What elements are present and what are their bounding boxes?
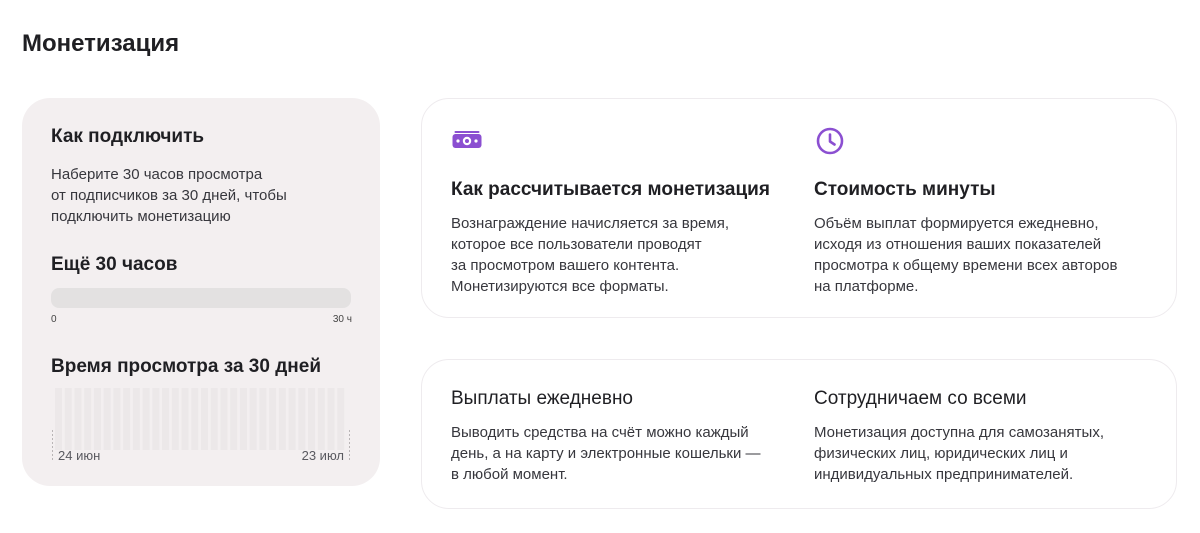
- chart-bar-placeholder: [64, 388, 72, 450]
- payouts-info-card: Выплаты ежедневно Выводить средства на с…: [421, 359, 1177, 509]
- chart-bar-placeholder: [142, 388, 150, 450]
- chart-bar-placeholder: [249, 388, 257, 450]
- info-text-line: на платформе.: [814, 278, 919, 295]
- chart-start-date: 24 июн: [58, 448, 101, 463]
- watch-time-title: Время просмотра за 30 дней: [51, 356, 321, 377]
- chart-bar-placeholder: [337, 388, 345, 450]
- progress-max-label: 30 ч: [332, 314, 352, 325]
- info-title: Стоимость минуты: [814, 179, 996, 200]
- page-title: Монетизация: [22, 30, 180, 57]
- info-title: Как рассчитывается монетизация: [451, 179, 770, 200]
- info-text-line: исходя из отношения ваших показателей: [814, 236, 1102, 253]
- info-text: Монетизация доступна для самозанятых, фи…: [814, 422, 1159, 485]
- chart-bar-placeholder: [317, 388, 325, 450]
- chart-bar-placeholder: [288, 388, 296, 450]
- chart-bar-placeholder: [259, 388, 267, 450]
- chart-bar-placeholder: [269, 388, 277, 450]
- info-text-line: Вознаграждение начисляется за время,: [451, 215, 729, 232]
- progress-min-label: 0: [51, 314, 57, 325]
- connect-description-line: Наберите 30 часов просмотра: [51, 166, 263, 183]
- info-text-line: за просмотром вашего контента.: [451, 257, 680, 274]
- remaining-hours-label: Ещё 30 часов: [51, 254, 178, 275]
- info-text: Выводить средства на счёт можно каждый д…: [451, 422, 791, 485]
- chart-bar-placeholder: [55, 388, 62, 450]
- chart-bar-placeholder: [239, 388, 247, 450]
- info-text-line: Выводить средства на счёт можно каждый: [451, 424, 749, 441]
- info-title: Выплаты ежедневно: [451, 388, 634, 409]
- chart-bar-placeholder: [93, 388, 101, 450]
- connect-description-line: от подписчиков за 30 дней, чтобы: [51, 187, 287, 204]
- chart-bar-placeholder: [210, 388, 218, 450]
- chart-bar-placeholder: [123, 388, 131, 450]
- info-text: Вознаграждение начисляется за время, кот…: [451, 213, 791, 297]
- money-icon: [452, 131, 482, 148]
- info-text-line: физических лиц, юридических лиц и: [814, 445, 1068, 462]
- connect-title: Как подключить: [51, 126, 205, 147]
- chart-bar-placeholder: [230, 388, 238, 450]
- watch-progress-bar: [51, 288, 351, 308]
- chart-bar-placeholder: [308, 388, 316, 450]
- chart-bar-placeholder: [84, 388, 92, 450]
- info-block-minute-cost: Стоимость минуты Объём выплат формируетс…: [814, 127, 1159, 297]
- info-text: Объём выплат формируется ежедневно, исхо…: [814, 213, 1159, 297]
- chart-bar-placeholder: [191, 388, 199, 450]
- chart-bar-placeholder: [327, 388, 335, 450]
- info-text-line: Монетизируются все форматы.: [451, 278, 669, 295]
- info-text-line: которое все пользователи проводят: [451, 236, 702, 253]
- chart-bar-placeholder: [103, 388, 111, 450]
- info-text-line: индивидуальных предпринимателей.: [814, 466, 1074, 483]
- chart-bar-placeholder: [113, 388, 121, 450]
- chart-bar-placeholder: [201, 388, 208, 450]
- info-block-cooperation: Сотрудничаем со всеми Монетизация доступ…: [814, 388, 1159, 485]
- chart-bar-placeholder: [74, 388, 82, 450]
- info-block-calculation: Как рассчитывается монетизация Вознаграж…: [451, 127, 791, 297]
- info-text-line: день, а на карту и электронные кошельки …: [451, 445, 761, 462]
- chart-end-date: 23 июл: [301, 448, 344, 463]
- info-text-line: Объём выплат формируется ежедневно,: [814, 215, 1099, 232]
- connect-description: Наберите 30 часов просмотра от подписчик…: [51, 164, 351, 227]
- chart-bar-placeholder: [181, 388, 189, 450]
- chart-bar-placeholder: [162, 388, 170, 450]
- monetization-info-card: Как рассчитывается монетизация Вознаграж…: [421, 98, 1177, 318]
- info-text-line: просмотра к общему времени всех авторов: [814, 257, 1118, 274]
- info-text-line: в любой момент.: [451, 466, 568, 483]
- chart-bar-placeholder: [132, 388, 140, 450]
- chart-bar-placeholder: [220, 388, 228, 450]
- chart-bar-placeholder: [152, 388, 160, 450]
- chart-bar-placeholder: [298, 388, 306, 450]
- info-title: Сотрудничаем со всеми: [814, 388, 1027, 409]
- connect-card: Как подключить Наберите 30 часов просмот…: [22, 98, 380, 486]
- info-block-daily-payouts: Выплаты ежедневно Выводить средства на с…: [451, 388, 791, 485]
- connect-description-line: подключить монетизацию: [51, 208, 231, 225]
- chart-bar-placeholder: [171, 388, 179, 450]
- clock-icon: [816, 127, 844, 155]
- info-text-line: Монетизация доступна для самозанятых,: [814, 424, 1104, 441]
- chart-bar-placeholder: [278, 388, 286, 450]
